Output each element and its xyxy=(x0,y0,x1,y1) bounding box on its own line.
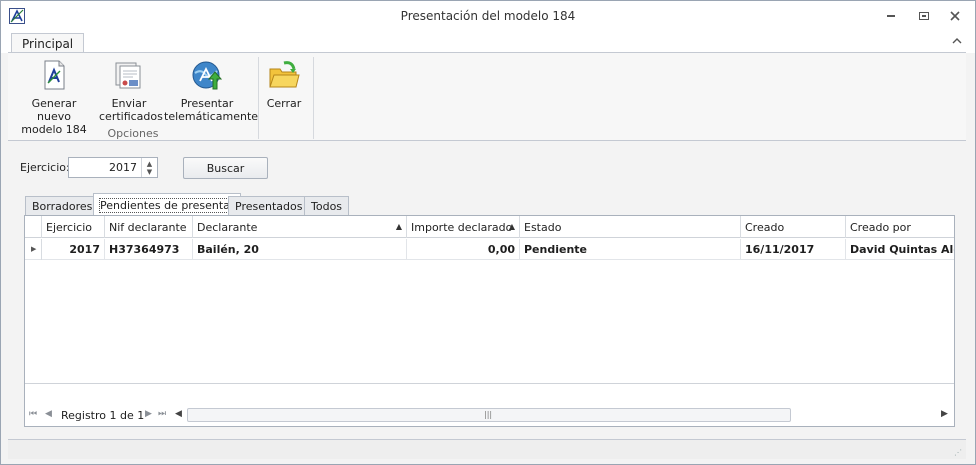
cell-declarante[interactable]: Bailén, 20 xyxy=(193,239,407,260)
globe-upload-icon xyxy=(192,61,223,90)
col-creado[interactable]: Creado xyxy=(741,216,846,238)
chevron-up-icon xyxy=(952,38,962,44)
resize-grip-icon[interactable]: ⋰ xyxy=(954,448,962,457)
ribbon-group-label: Opciones xyxy=(107,127,159,140)
scroll-grip-icon: ||| xyxy=(484,410,493,419)
aeat-document-icon xyxy=(44,60,65,90)
next-record-icon[interactable]: ▶ xyxy=(145,409,152,419)
send-certificates-label-2: certificados xyxy=(99,110,163,123)
ribbon-group-separator xyxy=(258,57,259,139)
scroll-left-icon[interactable]: ◀ xyxy=(175,409,182,419)
col-creado-por[interactable]: Creado por xyxy=(846,216,954,238)
submit-online-label-2: telemáticamente xyxy=(164,110,259,123)
cell-creado-por[interactable]: David Quintas Alca xyxy=(846,239,954,260)
folder-exit-icon xyxy=(269,61,300,88)
col-importe[interactable]: Importe declarado ▲ xyxy=(407,216,520,238)
col-importe-label: Importe declarado xyxy=(411,221,513,234)
ribbon-panel: Generar nuevo modelo 184 Enviar certific… xyxy=(8,52,966,141)
cell-creado[interactable]: 16/11/2017 xyxy=(741,239,846,260)
tab-pendientes[interactable]: Pendientes de presentar xyxy=(93,193,242,216)
spin-up-icon[interactable]: ▲ xyxy=(147,160,152,168)
ribbon-group-separator-2 xyxy=(313,57,314,139)
close-button[interactable] xyxy=(945,7,965,25)
spin-down-icon[interactable]: ▼ xyxy=(147,168,152,176)
new-model-label-1: Generar nuevo xyxy=(31,97,77,123)
minimize-icon xyxy=(887,15,895,17)
window-title: Presentación del modelo 184 xyxy=(400,9,576,23)
grid-header: Ejercicio Nif declarante Declarante ▲ Im… xyxy=(25,216,954,238)
table-row[interactable]: ▶ 2017 H37364973 Bailén, 20 0,00 Pendien… xyxy=(25,239,954,260)
col-ejercicio[interactable]: Ejercicio xyxy=(42,216,105,238)
sort-asc-icon: ▲ xyxy=(508,222,515,231)
spinner-arrows[interactable]: ▲ ▼ xyxy=(141,158,157,177)
submit-online-button[interactable]: Presentar telemáticamente xyxy=(164,59,259,123)
ejercicio-value[interactable]: 2017 xyxy=(109,161,137,174)
close-form-button[interactable]: Cerrar xyxy=(264,59,304,110)
title-bar: Presentación del modelo 184 xyxy=(1,1,975,31)
col-nif[interactable]: Nif declarante xyxy=(105,216,193,238)
cell-importe[interactable]: 0,00 xyxy=(407,239,520,260)
col-declarante-label: Declarante xyxy=(197,221,258,234)
minimize-button[interactable] xyxy=(881,7,901,25)
prev-record-icon[interactable]: ◀ xyxy=(45,409,52,419)
sort-asc-icon: ▲ xyxy=(395,222,402,231)
app-window: Presentación del modelo 184 Principal Ge… xyxy=(0,0,976,465)
restore-icon xyxy=(919,12,929,20)
first-record-icon[interactable]: ⏮ xyxy=(29,409,37,419)
tab-presentados[interactable]: Presentados xyxy=(228,196,310,215)
horizontal-scrollbar[interactable]: ||| xyxy=(187,408,791,422)
cell-ejercicio[interactable]: 2017 xyxy=(42,239,105,260)
certificates-icon xyxy=(115,62,141,89)
last-record-icon[interactable]: ⏭ xyxy=(158,409,166,419)
tab-borradores[interactable]: Borradores xyxy=(25,196,100,215)
ejercicio-spinner[interactable]: 2017 ▲ ▼ xyxy=(68,157,158,178)
row-pointer-icon: ▶ xyxy=(25,239,42,260)
tab-todos[interactable]: Todos xyxy=(304,196,350,215)
submit-online-label-1: Presentar xyxy=(180,97,234,110)
record-navigator: ⏮ ◀ Registro 1 de 1 ▶ ⏭ ◀ ||| ▶ xyxy=(25,406,954,426)
row-indicator-header xyxy=(25,216,42,238)
collapse-ribbon-button[interactable] xyxy=(951,35,965,49)
data-grid: Ejercicio Nif declarante Declarante ▲ Im… xyxy=(24,215,955,427)
restore-button[interactable] xyxy=(914,7,934,25)
ejercicio-label: Ejercicio: xyxy=(20,161,70,174)
send-certificates-button[interactable]: Enviar certificados xyxy=(99,59,163,123)
scroll-right-icon[interactable]: ▶ xyxy=(941,409,948,419)
cell-nif[interactable]: H37364973 xyxy=(105,239,193,260)
new-model-button[interactable]: Generar nuevo modelo 184 xyxy=(16,59,92,136)
ribbon-tab-bar: Principal xyxy=(1,31,975,54)
ribbon-tab-principal[interactable]: Principal xyxy=(11,33,85,54)
col-declarante[interactable]: Declarante ▲ xyxy=(193,216,407,238)
grid-footer-separator xyxy=(25,383,954,384)
record-counter: Registro 1 de 1 xyxy=(61,409,145,422)
status-bar: ⋰ xyxy=(8,439,966,459)
search-button[interactable]: Buscar xyxy=(183,157,268,179)
cell-estado[interactable]: Pendiente xyxy=(520,239,741,260)
send-certificates-label-1: Enviar xyxy=(111,97,147,110)
close-form-label: Cerrar xyxy=(266,97,302,110)
col-estado[interactable]: Estado xyxy=(520,216,741,238)
close-icon xyxy=(950,11,960,21)
